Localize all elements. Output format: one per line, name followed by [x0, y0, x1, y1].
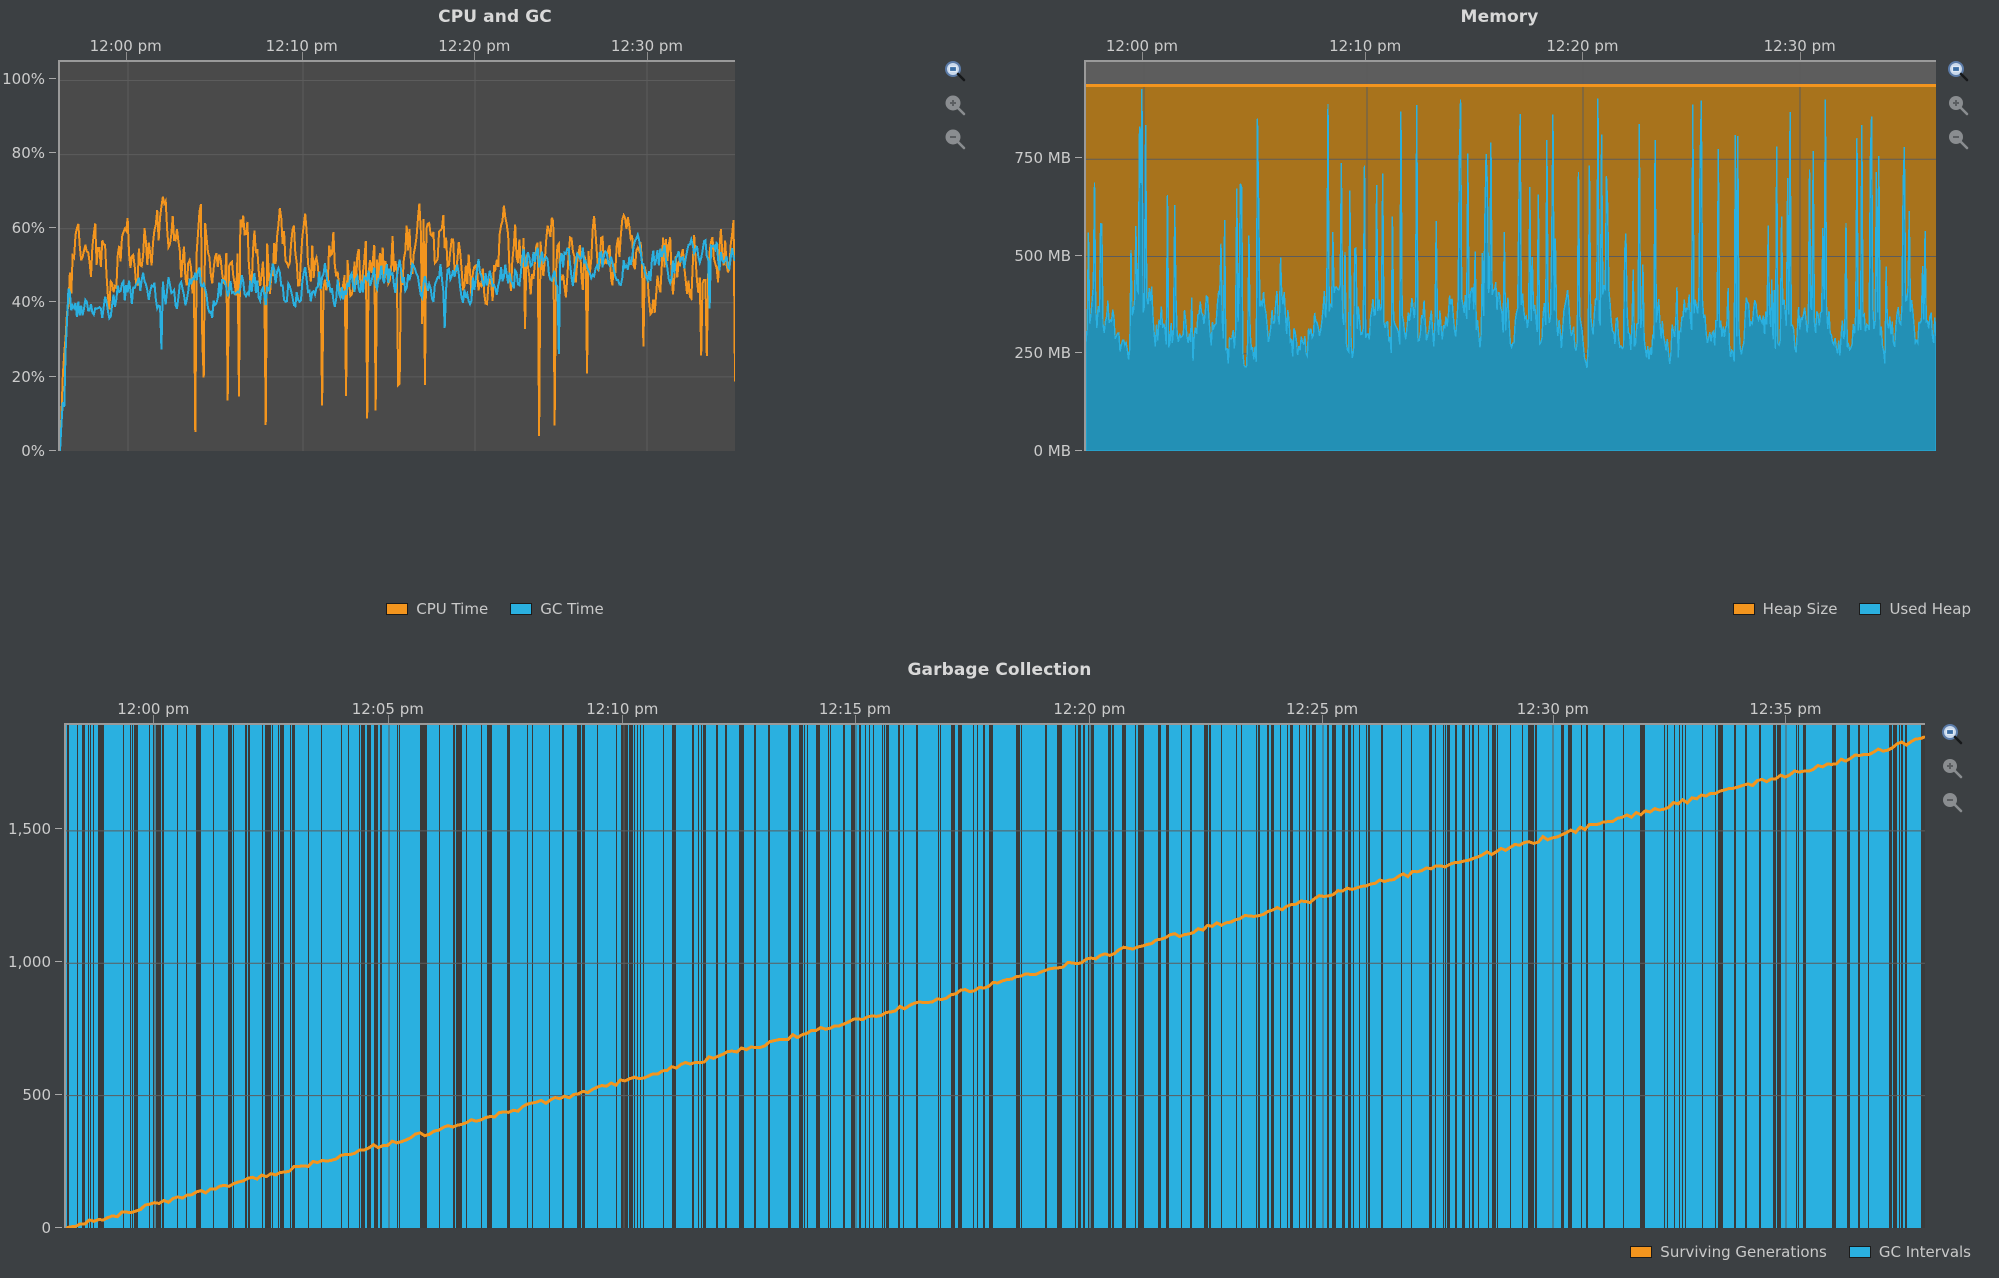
y-axis-tick-label: 100% [0, 70, 56, 88]
legend-swatch-cpu-time [386, 603, 408, 615]
y-axis-tick-label: 500 [0, 1086, 62, 1104]
zoom-to-fit-icon[interactable] [1947, 60, 1969, 82]
chart-panel-cpu-and-gc: CPU and GC 12:00 pm12:10 pm12:20 pm12:30… [0, 0, 990, 640]
zoom-in-icon[interactable] [1947, 94, 1969, 116]
legend-label-used-heap: Used Heap [1889, 600, 1971, 618]
chart-canvas [66, 725, 1925, 1228]
plot-area-memory[interactable] [1084, 60, 1936, 451]
plot-area-cpu-and-gc[interactable] [58, 60, 735, 451]
y-axis-tick-label: 20% [0, 368, 56, 386]
y-axis-tick-label: 60% [0, 219, 56, 237]
legend-label-gc-time: GC Time [540, 600, 604, 618]
legend-label-surviving-generations: Surviving Generations [1660, 1243, 1827, 1261]
y-axis-tick-label: 750 MB [1000, 149, 1082, 167]
plot-wrap-cpu-and-gc: 12:00 pm12:10 pm12:20 pm12:30 pm 0%20%40… [0, 0, 990, 640]
legend-label-heap-size: Heap Size [1763, 600, 1838, 618]
chart-canvas [1086, 62, 1936, 451]
y-axis-tick-label: 1,500 [0, 820, 62, 838]
legend-garbage-collection: Surviving Generations GC Intervals [0, 1243, 1999, 1261]
legend-item-used-heap[interactable]: Used Heap [1859, 600, 1971, 618]
y-axis-tick-label: 1,000 [0, 953, 62, 971]
zoom-to-fit-icon[interactable] [944, 60, 966, 82]
legend-label-cpu-time: CPU Time [416, 600, 488, 618]
legend-swatch-heap-size [1733, 603, 1755, 615]
legend-item-gc-time[interactable]: GC Time [510, 600, 604, 618]
legend-swatch-used-heap [1859, 603, 1881, 615]
y-axis-tick-label: 0 [0, 1219, 62, 1237]
legend-memory: Heap Size Used Heap [1000, 600, 1999, 618]
zoom-controls-memory [1947, 60, 1969, 150]
legend-item-gc-intervals[interactable]: GC Intervals [1849, 1243, 1971, 1261]
y-axis-tick-label: 80% [0, 144, 56, 162]
legend-label-gc-intervals: GC Intervals [1879, 1243, 1971, 1261]
plot-wrap-memory: 12:00 pm12:10 pm12:20 pm12:30 pm 0 MB250… [1000, 0, 1999, 640]
zoom-controls-garbage-collection [1941, 723, 1963, 813]
plot-area-garbage-collection[interactable] [64, 723, 1925, 1228]
zoom-to-fit-icon[interactable] [1941, 723, 1963, 745]
y-axis-tick-label: 0 MB [1000, 442, 1082, 460]
legend-item-heap-size[interactable]: Heap Size [1733, 600, 1838, 618]
y-axis-tick-label: 250 MB [1000, 344, 1082, 362]
y-axis-cpu-and-gc [0, 60, 60, 470]
y-axis-tick-label: 0% [0, 442, 56, 460]
legend-cpu-and-gc: CPU Time GC Time [0, 600, 990, 618]
zoom-in-icon[interactable] [1941, 757, 1963, 779]
legend-swatch-gc-time [510, 603, 532, 615]
zoom-controls-cpu-and-gc [944, 60, 966, 150]
legend-swatch-gc-intervals [1849, 1246, 1871, 1258]
zoom-out-icon[interactable] [1947, 128, 1969, 150]
y-axis-tick-label: 500 MB [1000, 247, 1082, 265]
plot-wrap-garbage-collection: 12:00 pm12:05 pm12:10 pm12:15 pm12:20 pm… [0, 645, 1999, 1278]
chart-canvas [60, 62, 735, 451]
zoom-out-icon[interactable] [1941, 791, 1963, 813]
chart-panel-garbage-collection: Garbage Collection 12:00 pm12:05 pm12:10… [0, 645, 1999, 1278]
monitoring-dashboard: CPU and GC 12:00 pm12:10 pm12:20 pm12:30… [0, 0, 1999, 1278]
legend-item-cpu-time[interactable]: CPU Time [386, 600, 488, 618]
legend-swatch-surviving-generations [1630, 1246, 1652, 1258]
chart-panel-memory: Memory 12:00 pm12:10 pm12:20 pm12:30 pm … [1000, 0, 1999, 640]
legend-item-surviving-generations[interactable]: Surviving Generations [1630, 1243, 1827, 1261]
zoom-out-icon[interactable] [944, 128, 966, 150]
zoom-in-icon[interactable] [944, 94, 966, 116]
y-axis-tick-label: 40% [0, 293, 56, 311]
